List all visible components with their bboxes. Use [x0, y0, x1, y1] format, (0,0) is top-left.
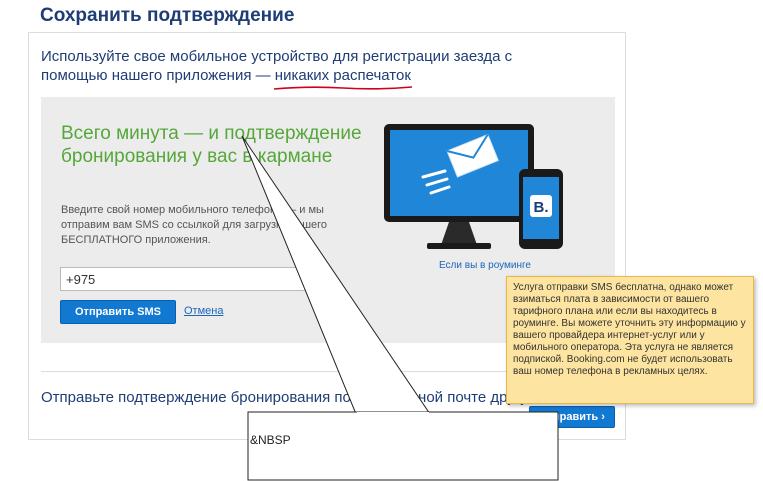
callout-text: &NBSP	[250, 433, 291, 447]
sms-info-tooltip: Услуга отправки SMS бесплатна, однако мо…	[506, 276, 754, 404]
callout-pointer	[241, 135, 559, 481]
